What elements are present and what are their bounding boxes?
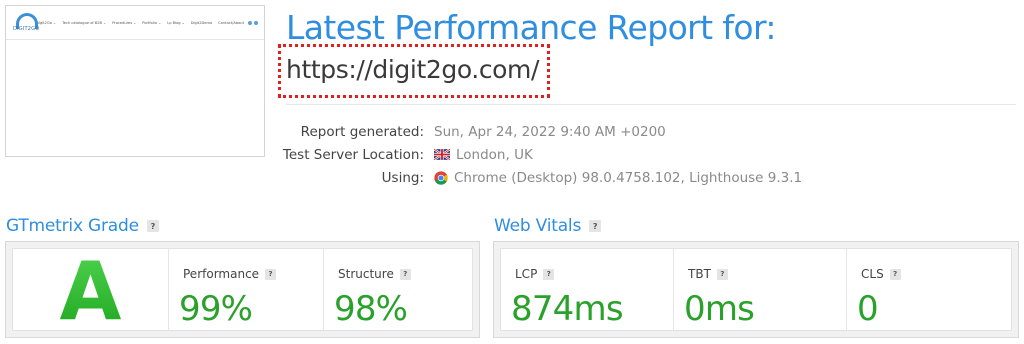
thumbnail-menu-item: Procedures ⌄ [112, 20, 137, 25]
gtmetrix-grade-panel: A Performance ? 99% Structure ? 98% [5, 241, 480, 338]
thumbnail-menu-item: Portfolio ⌄ [142, 20, 162, 25]
using-value: Chrome (Desktop) 98.0.4758.102, Lighthou… [424, 170, 802, 186]
tbt-cell: TBT ? 0ms [674, 249, 847, 330]
generated-value-text: Sun, Apr 24, 2022 9:40 AM +0200 [434, 123, 666, 140]
cls-label-row: CLS ? [861, 267, 901, 281]
location-label: Test Server Location: [282, 146, 424, 163]
tbt-label: TBT [688, 267, 711, 281]
thumbnail-logo: DIGIT2GO [12, 12, 39, 34]
thumbnail-menu: Digit2Go ⌄ Tech catalogue of B2B ⌄ Proce… [36, 21, 244, 25]
structure-label-row: Structure ? [338, 267, 411, 281]
cls-cell: CLS ? 0 [847, 249, 1011, 330]
site-thumbnail[interactable]: DIGIT2GO Digit2Go ⌄ Tech catalogue of B2… [5, 5, 265, 157]
location-value: London, UK [424, 147, 533, 163]
performance-help-icon[interactable]: ? [265, 268, 277, 280]
generated-label: Report generated: [300, 123, 424, 140]
header-divider [286, 104, 1016, 105]
grade-cell: A [13, 249, 169, 331]
web-vitals-inner: LCP ? 874ms TBT ? 0ms CLS ? 0 [500, 248, 1012, 331]
using-label: Using: [381, 169, 424, 186]
performance-cell: Performance ? 99% [169, 249, 324, 330]
meta-row-generated: Report generated: Sun, Apr 24, 2022 9:40… [280, 120, 1020, 143]
thumbnail-menu-item: Digit2Demo [190, 20, 213, 25]
performance-label-row: Performance ? [183, 267, 277, 281]
tbt-value: 0ms [684, 289, 755, 329]
lcp-label-row: LCP ? [515, 267, 555, 281]
report-url[interactable]: https://digit2go.com/ [286, 52, 539, 88]
thumbnail-menu-item: Contact/About [218, 20, 244, 25]
location-value-text: London, UK [456, 146, 533, 163]
report-meta: Report generated: Sun, Apr 24, 2022 9:40… [280, 120, 1020, 189]
structure-value: 98% [334, 289, 408, 329]
tbt-label-row: TBT ? [688, 267, 728, 281]
cls-help-icon[interactable]: ? [889, 268, 901, 280]
lcp-label: LCP [515, 267, 538, 281]
meta-row-location: Test Server Location: London, UK [280, 143, 1020, 166]
thumbnail-social-icons [248, 20, 258, 25]
grade-help-icon[interactable]: ? [146, 220, 159, 232]
gtmetrix-grade-title: GTmetrix Grade [6, 216, 139, 236]
gtmetrix-grade-inner: A Performance ? 99% Structure ? 98% [12, 248, 473, 331]
web-vitals-heading: Web Vitals ? [494, 216, 602, 236]
thumbnail-menu-item: Tech catalogue of B2B ⌄ [62, 20, 107, 25]
using-value-text: Chrome (Desktop) 98.0.4758.102, Lighthou… [454, 169, 803, 186]
structure-help-icon[interactable]: ? [399, 268, 411, 280]
web-vitals-panel: LCP ? 874ms TBT ? 0ms CLS ? 0 [493, 241, 1019, 338]
gtmetrix-grade-heading: GTmetrix Grade ? [6, 216, 159, 236]
structure-cell: Structure ? 98% [324, 249, 472, 330]
lcp-help-icon[interactable]: ? [543, 268, 555, 280]
cls-value: 0 [857, 289, 879, 329]
generated-value: Sun, Apr 24, 2022 9:40 AM +0200 [424, 124, 666, 140]
lcp-value: 874ms [511, 289, 624, 329]
performance-value: 99% [179, 289, 253, 329]
vitals-help-icon[interactable]: ? [589, 220, 602, 232]
grade-letter: A [13, 249, 168, 331]
structure-label: Structure [338, 267, 394, 281]
chrome-icon [434, 170, 448, 185]
thumbnail-menu-item: Lp Blog ⌄ [167, 20, 185, 25]
cls-label: CLS [861, 267, 884, 281]
performance-label: Performance [183, 267, 260, 281]
thumbnail-navbar: DIGIT2GO Digit2Go ⌄ Tech catalogue of B2… [6, 6, 264, 40]
meta-row-using: Using: Chrome (Desktop) 98.0.4758.102, L… [280, 166, 1020, 189]
lcp-cell: LCP ? 874ms [501, 249, 674, 330]
uk-flag-icon [434, 149, 450, 160]
thumbnail-menu-item: Digit2Go ⌄ [36, 20, 57, 25]
tbt-help-icon[interactable]: ? [716, 268, 728, 280]
thumbnail-logo-text: DIGIT2GO [13, 25, 40, 32]
web-vitals-title: Web Vitals [494, 216, 582, 236]
